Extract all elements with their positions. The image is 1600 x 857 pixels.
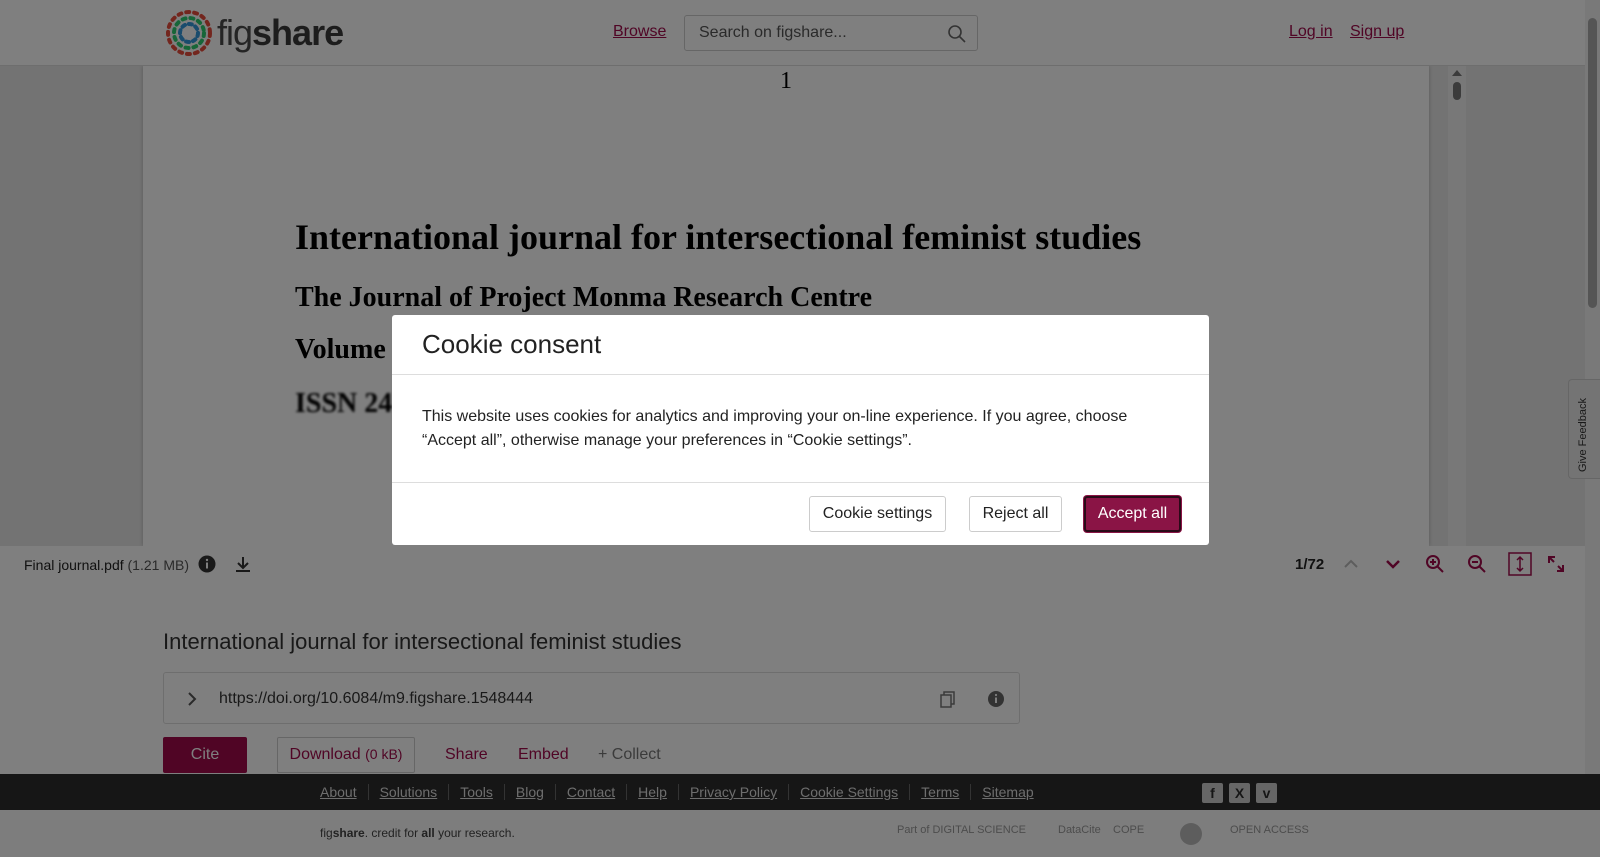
modal-header: Cookie consent <box>392 315 1209 375</box>
cookie-consent-modal: Cookie consent This website uses cookies… <box>392 315 1209 545</box>
cookie-settings-button[interactable]: Cookie settings <box>809 496 946 532</box>
modal-title: Cookie consent <box>422 329 602 359</box>
modal-footer: Cookie settings Reject all Accept all <box>392 483 1209 544</box>
accept-all-button[interactable]: Accept all <box>1084 496 1181 532</box>
modal-body: This website uses cookies for analytics … <box>392 375 1209 483</box>
reject-all-button[interactable]: Reject all <box>969 496 1062 532</box>
